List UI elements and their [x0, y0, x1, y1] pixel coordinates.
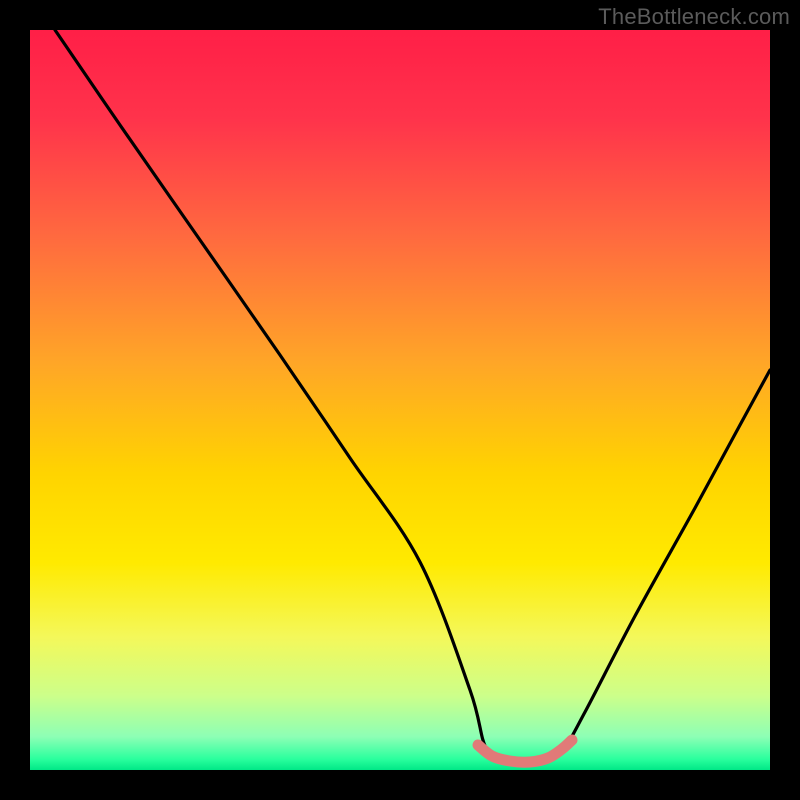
chart-frame: TheBottleneck.com: [0, 0, 800, 800]
gradient-plot-area: [30, 30, 770, 770]
attribution-text: TheBottleneck.com: [598, 4, 790, 30]
bottleneck-chart-svg: [0, 0, 800, 800]
